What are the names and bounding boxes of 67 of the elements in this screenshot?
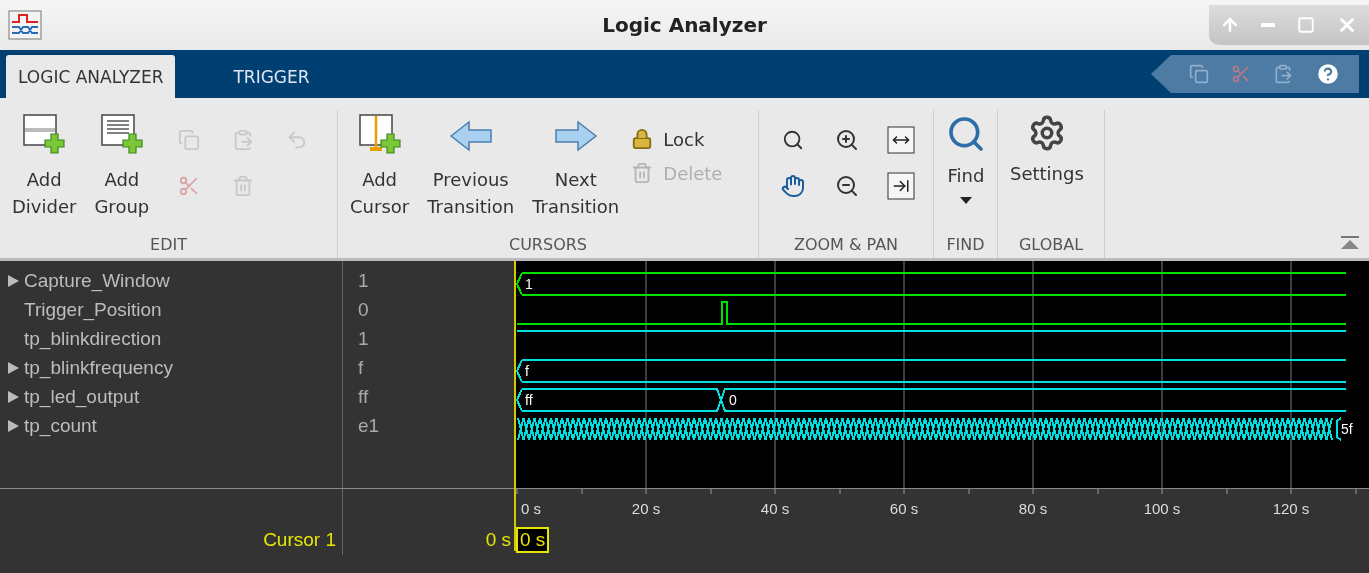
ribbon-tab[interactable]: TRIGGER xyxy=(221,55,322,98)
cursor-marker[interactable]: 0 s xyxy=(516,527,550,553)
window-title: Logic Analyzer xyxy=(602,13,767,37)
tick-label: 100 s xyxy=(1143,500,1181,517)
zoom-out-icon xyxy=(835,174,859,198)
zoom-icon xyxy=(782,129,804,151)
signal-name: tp_blinkfrequency xyxy=(24,356,173,379)
section-label: CURSORS xyxy=(508,234,588,256)
toolbar-button[interactable]: Settings xyxy=(1004,110,1090,191)
toolbar-button[interactable]: Next Transition xyxy=(526,110,626,224)
section-label: ZOOM & PAN xyxy=(792,234,900,256)
tick-label: 0 s xyxy=(521,500,541,517)
toolbar-button[interactable]: Add Group xyxy=(88,110,156,224)
bus-value: 1 xyxy=(525,276,533,292)
minimize-button[interactable] xyxy=(1259,21,1278,29)
bus-value: 0 xyxy=(729,392,737,408)
signal-name: Capture_Window xyxy=(24,269,170,292)
paste-icon xyxy=(1273,64,1293,84)
zoom-in-icon xyxy=(835,128,859,152)
fit-width-icon xyxy=(887,126,915,154)
maximize-icon xyxy=(1296,16,1315,34)
collapse-ribbon-button[interactable] xyxy=(1341,236,1359,250)
tick-label: 20 s xyxy=(631,500,661,517)
tick-label: 60 s xyxy=(889,500,919,517)
tick-label: 120 s xyxy=(1272,500,1310,517)
signal-value: e1 xyxy=(358,414,380,437)
signal-name: tp_count xyxy=(24,414,97,437)
section-label: FIND xyxy=(945,234,986,256)
signal-name: Trigger_Position xyxy=(24,298,162,321)
signal-value: 1 xyxy=(358,269,369,292)
lock-icon xyxy=(631,128,654,150)
tick-label: 80 s xyxy=(1018,500,1048,517)
signal-name: tp_led_output xyxy=(24,385,140,408)
trash-icon xyxy=(631,162,654,184)
section-label: GLOBAL xyxy=(1017,234,1085,256)
cut-icon xyxy=(1231,64,1251,84)
signal-name: tp_blinkdirection xyxy=(24,327,162,350)
cursor-time: 0 s xyxy=(485,529,511,551)
help-icon xyxy=(1315,61,1341,87)
ribbon-tab[interactable]: LOGIC ANALYZER xyxy=(6,55,176,98)
signal-value: ff xyxy=(358,385,369,408)
toolbar-button[interactable]: Lock xyxy=(631,128,723,150)
signal-value: 0 xyxy=(358,298,369,321)
cursor-line[interactable] xyxy=(514,261,516,551)
section-label: EDIT xyxy=(149,234,188,256)
toolbar-button[interactable]: Add Divider xyxy=(6,110,83,224)
collapse-icon xyxy=(1341,236,1359,250)
toolbar-button[interactable]: Previous Transition xyxy=(421,110,521,224)
paste-icon xyxy=(232,129,255,151)
bus-value: 5f xyxy=(1341,421,1353,437)
caret-icon xyxy=(960,197,972,204)
cursor-label: Cursor 1 xyxy=(263,529,336,551)
go-to-end-icon xyxy=(887,172,915,200)
find-dropdown-button[interactable]: Find xyxy=(940,110,992,208)
bus-value: ff xyxy=(525,392,533,408)
signal-value: 1 xyxy=(358,327,369,350)
app-logo-icon xyxy=(8,10,42,40)
copy-icon xyxy=(1189,64,1209,84)
bus-value: f xyxy=(525,363,529,379)
search-icon xyxy=(946,114,986,154)
toolbar-button[interactable]: Add Cursor xyxy=(344,110,416,224)
hand-icon xyxy=(781,174,805,198)
signal-value: f xyxy=(358,356,364,379)
minimize-icon xyxy=(1261,23,1276,27)
tick-label: 40 s xyxy=(760,500,790,517)
copy-icon xyxy=(178,129,201,151)
trash-icon xyxy=(232,175,255,197)
